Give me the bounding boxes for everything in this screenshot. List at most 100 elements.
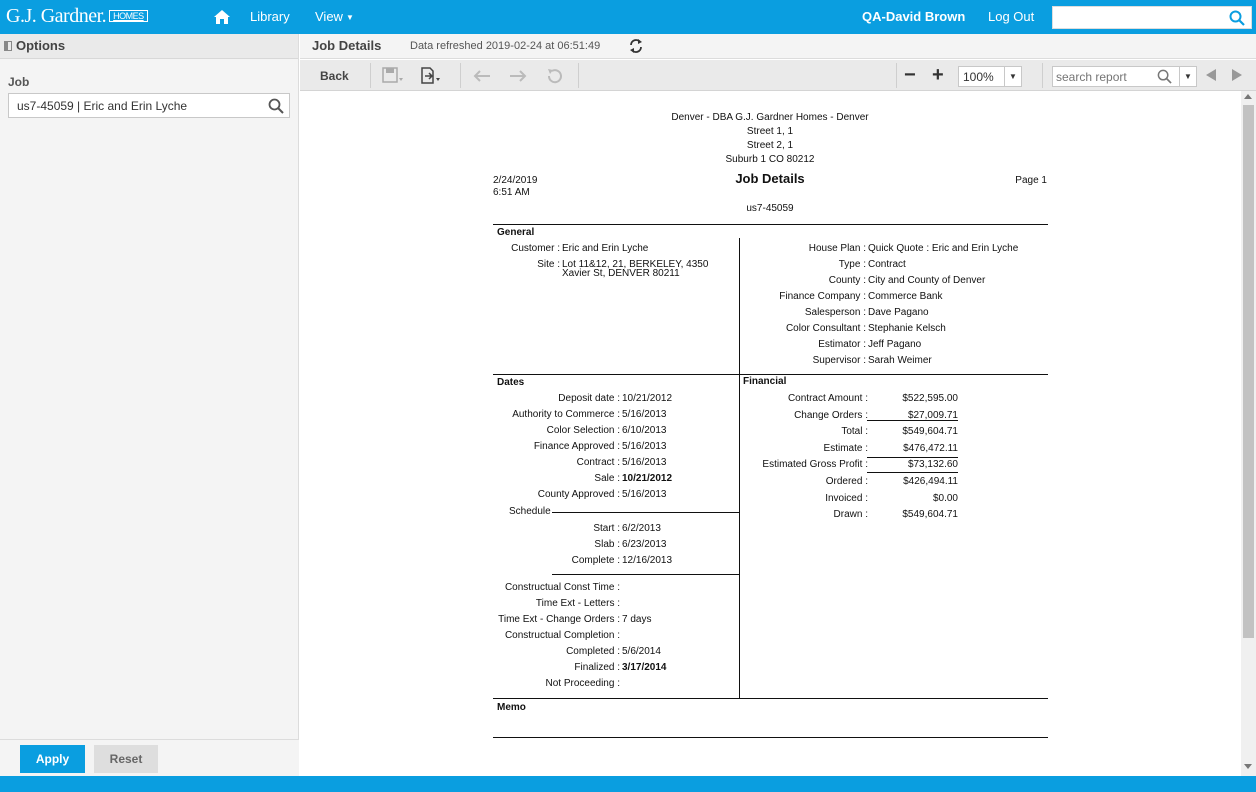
search-icon[interactable] bbox=[1157, 69, 1172, 84]
report-doc-title: Job Details bbox=[735, 171, 805, 186]
scroll-down-icon[interactable] bbox=[1244, 764, 1252, 769]
search-icon[interactable] bbox=[1229, 10, 1245, 26]
company-street1: Street 1, 1 bbox=[746, 126, 794, 137]
chevron-down-icon[interactable]: ▼ bbox=[1179, 67, 1196, 86]
app-logo[interactable]: G.J. Gardner. HOMES bbox=[6, 5, 148, 28]
redo-icon[interactable] bbox=[507, 67, 529, 85]
divider bbox=[552, 574, 739, 575]
general-field-value: Stephanie Kelsch bbox=[868, 323, 946, 334]
company-suburb: Suburb 1 CO 80212 bbox=[725, 154, 815, 165]
job-field bbox=[8, 93, 290, 118]
date-field-label: County Approved : bbox=[537, 489, 620, 500]
job-number: us7-45059 bbox=[746, 203, 794, 214]
divider bbox=[552, 512, 739, 513]
divider bbox=[867, 420, 958, 421]
general-field-label: Estimator : bbox=[818, 339, 866, 350]
user-name[interactable]: QA-David Brown bbox=[862, 9, 965, 24]
divider bbox=[867, 472, 958, 473]
previous-page-icon[interactable] bbox=[1206, 69, 1216, 81]
report-scrollbar[interactable] bbox=[1241, 91, 1256, 776]
date-field-label: Color Selection : bbox=[546, 425, 620, 436]
schedule-field-label: Complete : bbox=[571, 555, 620, 566]
divider bbox=[493, 698, 1048, 699]
undo-icon[interactable] bbox=[472, 67, 494, 85]
reset-view-icon[interactable] bbox=[544, 67, 566, 85]
general-field-value: Dave Pagano bbox=[868, 307, 929, 318]
back-button[interactable]: Back bbox=[320, 69, 349, 83]
financial-field-label: Contract Amount : bbox=[787, 393, 868, 404]
report-title: Job Details bbox=[312, 38, 382, 53]
financial-field-label: Drawn : bbox=[833, 509, 868, 521]
date-field-value: 5/16/2013 bbox=[622, 441, 667, 452]
save-icon[interactable] bbox=[382, 67, 404, 85]
site-line2: Xavier St, DENVER 80211 bbox=[562, 268, 680, 279]
financial-field-label: Estimated Gross Profit : bbox=[762, 459, 868, 471]
divider bbox=[493, 224, 1048, 225]
general-field-label: County : bbox=[828, 275, 866, 286]
job-input[interactable] bbox=[9, 94, 259, 117]
search-icon[interactable] bbox=[268, 98, 284, 114]
general-field-value: Jeff Pagano bbox=[868, 339, 922, 350]
date-field-value: 6/10/2013 bbox=[622, 425, 667, 436]
apply-button[interactable]: Apply bbox=[20, 745, 85, 773]
date-field-value: 7 days bbox=[622, 614, 652, 625]
schedule-field-label: Start : bbox=[593, 523, 620, 534]
general-field-label: Salesperson : bbox=[804, 307, 866, 318]
global-search-input[interactable] bbox=[1053, 7, 1223, 28]
financial-field-label: Ordered : bbox=[825, 476, 868, 487]
job-label: Job bbox=[8, 75, 30, 89]
page-number: Page 1 bbox=[1015, 175, 1047, 186]
bottom-bar bbox=[0, 776, 1256, 792]
scrollbar-thumb[interactable] bbox=[1243, 105, 1254, 638]
report-viewer: Denver - DBA G.J. Gardner Homes - Denver… bbox=[300, 91, 1256, 776]
toolbar-divider bbox=[1042, 63, 1043, 88]
logout-link[interactable]: Log Out bbox=[988, 9, 1034, 24]
general-field-value: Commerce Bank bbox=[868, 291, 943, 302]
next-page-icon[interactable] bbox=[1232, 69, 1242, 81]
logo-text: G.J. Gardner. bbox=[6, 5, 107, 27]
date-field-label: Finance Approved : bbox=[533, 441, 620, 452]
general-heading: General bbox=[497, 227, 535, 238]
report-search-input[interactable] bbox=[1053, 67, 1153, 86]
options-panel: Options Job Apply Reset bbox=[0, 34, 299, 776]
nav-view-label: View bbox=[315, 9, 343, 24]
scroll-up-icon[interactable] bbox=[1244, 94, 1252, 99]
financial-field-value: $426,494.11 bbox=[903, 476, 958, 487]
general-field-label: House Plan : bbox=[808, 243, 866, 254]
options-header: Options bbox=[0, 34, 298, 59]
date-field-value: 3/17/2014 bbox=[622, 662, 667, 673]
date-field-label: Contract : bbox=[576, 457, 620, 468]
financial-field-label: Change Orders : bbox=[794, 409, 868, 421]
site-label: Site : bbox=[537, 259, 560, 270]
report-title-bar: Job Details Data refreshed 2019-02-24 at… bbox=[300, 34, 1256, 59]
home-icon[interactable] bbox=[214, 10, 230, 24]
global-search bbox=[1052, 6, 1252, 29]
memo-heading: Memo bbox=[497, 702, 526, 713]
zoom-out-button[interactable]: − bbox=[904, 64, 916, 87]
financial-field-label: Total : bbox=[841, 426, 868, 438]
nav-view-menu[interactable]: View ▼ bbox=[315, 9, 354, 24]
financial-field-value: $549,604.71 bbox=[902, 426, 958, 438]
date-field-value: 10/21/2012 bbox=[622, 473, 673, 484]
customer-value: Eric and Erin Lyche bbox=[562, 243, 649, 254]
chevron-down-icon[interactable]: ▼ bbox=[1004, 67, 1021, 86]
financial-field-label: Estimate : bbox=[823, 442, 868, 454]
collapse-panel-icon[interactable] bbox=[4, 41, 12, 51]
zoom-select[interactable]: 100% ▼ bbox=[958, 66, 1022, 87]
report-search: ▼ bbox=[1052, 66, 1197, 87]
general-field-label: Supervisor : bbox=[812, 355, 866, 366]
zoom-in-button[interactable]: + bbox=[932, 64, 944, 87]
divider bbox=[867, 457, 958, 458]
reset-button[interactable]: Reset bbox=[94, 745, 158, 773]
general-field-value: Contract bbox=[868, 259, 906, 270]
export-icon[interactable] bbox=[420, 67, 442, 85]
logo-badge: HOMES bbox=[109, 10, 148, 22]
financial-field-value: $476,472.11 bbox=[903, 442, 958, 454]
general-field-value: City and County of Denver bbox=[868, 275, 986, 286]
financial-field-value: $522,595.00 bbox=[902, 393, 958, 404]
dates-heading: Dates bbox=[497, 377, 525, 388]
refresh-icon[interactable] bbox=[628, 38, 644, 54]
nav-library[interactable]: Library bbox=[250, 9, 290, 24]
report-toolbar: Back − + 100% ▼ ▼ bbox=[300, 60, 1256, 91]
options-title: Options bbox=[16, 38, 66, 53]
